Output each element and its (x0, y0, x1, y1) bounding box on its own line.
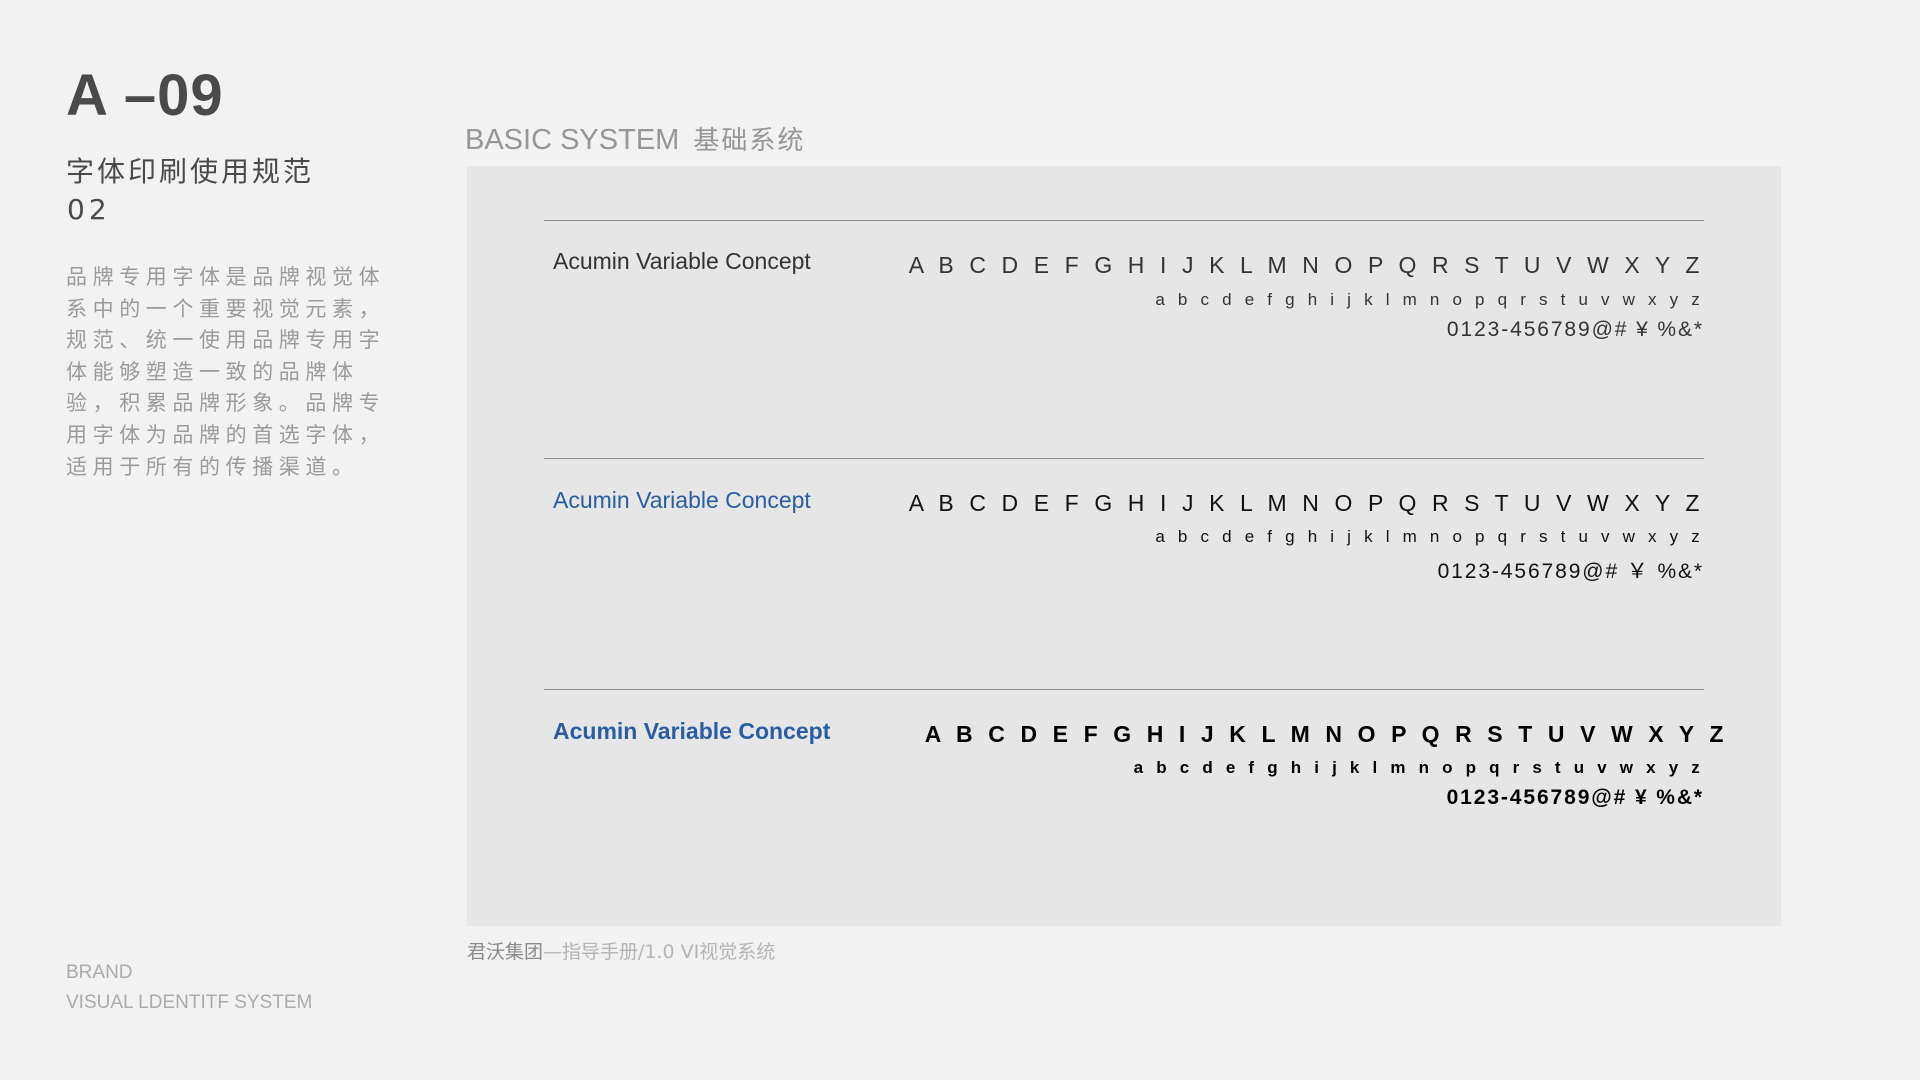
page-subtitle: 字体印刷使用规范 (66, 155, 315, 188)
footer-manual-info: —指导手册/1.0 VI视觉系统 (543, 941, 776, 963)
brand-line-1: BRAND (66, 962, 133, 983)
page-code: A –09 (66, 63, 224, 128)
font-name-bold: Acumin Variable Concept (553, 718, 831, 744)
uppercase-sample-regular: A B C D E F G H I J K L M N O P Q R S T … (908, 490, 1704, 516)
brand-line-2: VISUAL LDENTITF SYSTEM (66, 992, 313, 1013)
section-title-en: BASIC SYSTEM (465, 124, 680, 156)
lowercase-sample-bold: a b c d e f g h i j k l m n o p q r s t … (1133, 758, 1704, 777)
font-name-light: Acumin Variable Concept (553, 248, 811, 274)
footer-company: 君沃集团 (467, 941, 544, 963)
page-subtitle-number: 02 (67, 193, 111, 226)
numbers-sample-bold: 0123-456789@# ¥ %&* (1446, 786, 1704, 809)
numbers-sample-light: 0123-456789@# ¥ %&* (1446, 318, 1704, 341)
brand-footer: BRAND VISUAL LDENTITF SYSTEM (66, 958, 312, 1018)
uppercase-sample-bold: A B C D E F G H I J K L M N O P Q R S T … (924, 721, 1728, 747)
manual-footer: 君沃集团—指导手册/1.0 VI视觉系统 (467, 937, 775, 964)
page-description: 品牌专用字体是品牌视觉体系中的一个重要视觉元素，规范、统一使用品牌专用字体能够塑… (66, 265, 386, 479)
uppercase-sample-light: A B C D E F G H I J K L M N O P Q R S T … (908, 252, 1704, 278)
section-title-cn: 基础系统 (693, 126, 806, 156)
font-name-regular: Acumin Variable Concept (553, 487, 811, 513)
section-title: BASIC SYSTEM 基础系统 (465, 120, 805, 157)
divider-line (544, 220, 1704, 221)
lowercase-sample-light: a b c d e f g h i j k l m n o p q r s t … (1155, 290, 1704, 309)
divider-line (544, 689, 1704, 690)
divider-line (544, 458, 1704, 459)
numbers-sample-regular: 0123-456789@# ￥ %&* (1437, 560, 1704, 583)
lowercase-sample-regular: a b c d e f g h i j k l m n o p q r s t … (1155, 527, 1704, 546)
